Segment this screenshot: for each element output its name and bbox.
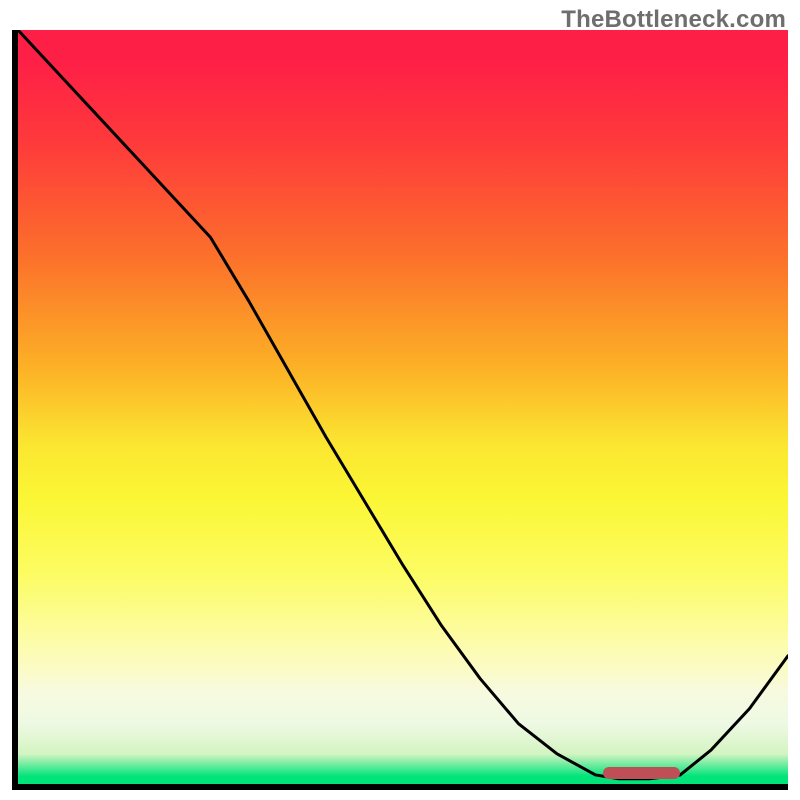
watermark-text: TheBottleneck.com: [561, 6, 786, 34]
bottleneck-curve: [18, 30, 788, 779]
curve-svg: [18, 30, 788, 784]
plot-area: [12, 30, 788, 790]
optimum-marker: [603, 767, 680, 779]
